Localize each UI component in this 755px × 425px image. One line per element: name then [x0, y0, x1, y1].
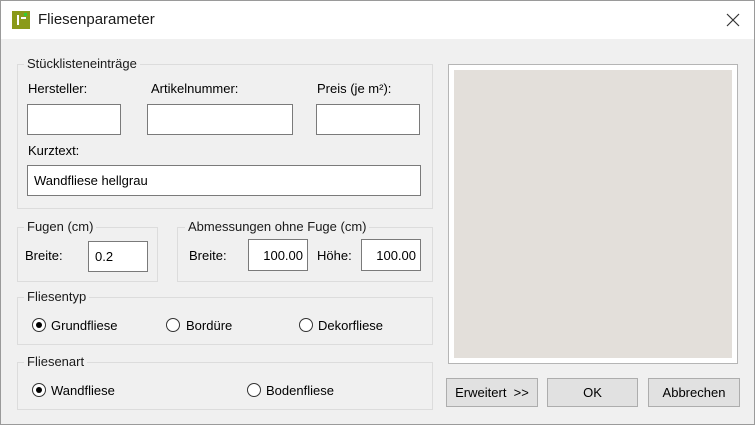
joint-width-label: Breite:	[25, 248, 63, 263]
close-icon	[726, 13, 740, 27]
tile-kind-bodenfliese-radio[interactable]	[247, 383, 261, 397]
price-input[interactable]	[316, 104, 420, 135]
tile-kind-bodenfliese-label[interactable]: Bodenfliese	[266, 383, 334, 398]
tile-kind-wandfliese-radio[interactable]	[32, 383, 46, 397]
cancel-button[interactable]: Abbrechen	[648, 378, 740, 407]
manufacturer-input[interactable]	[27, 104, 121, 135]
tile-type-grundfliese-label[interactable]: Grundfliese	[51, 318, 117, 333]
tile-height-input[interactable]	[361, 239, 421, 271]
tile-type-borduere-radio[interactable]	[166, 318, 180, 332]
tile-type-borduere-label[interactable]: Bordüre	[186, 318, 232, 333]
advanced-button[interactable]: Erweitert >>	[446, 378, 538, 407]
close-button[interactable]	[716, 7, 750, 33]
tile-kind-wandfliese-label[interactable]: Wandfliese	[51, 383, 115, 398]
tile-type-dekorfliese-radio[interactable]	[299, 318, 313, 332]
article-number-label: Artikelnummer:	[151, 81, 239, 96]
price-label: Preis (je m²):	[317, 81, 392, 96]
article-number-input[interactable]	[147, 104, 293, 135]
tile-type-grundfliese-radio[interactable]	[32, 318, 46, 332]
tile-preview-swatch	[454, 70, 732, 358]
tile-width-label: Breite:	[189, 248, 227, 263]
bom-group-title: Stücklisteneinträge	[24, 56, 140, 71]
manufacturer-label: Hersteller:	[28, 81, 88, 96]
tile-app-icon	[12, 11, 30, 29]
tile-preview	[448, 64, 738, 364]
tile-kind-group-title: Fliesenart	[24, 354, 88, 369]
title-bar: Fliesenparameter	[1, 1, 754, 39]
ok-button[interactable]: OK	[547, 378, 638, 407]
dimensions-group-title: Abmessungen ohne Fuge (cm)	[185, 219, 370, 234]
dialog-window: Fliesenparameter Stücklisteneinträge Her…	[0, 0, 755, 425]
joint-width-input[interactable]	[88, 241, 148, 272]
shorttext-input[interactable]	[27, 165, 421, 196]
joints-group-title: Fugen (cm)	[24, 219, 97, 234]
tile-type-group-title: Fliesentyp	[24, 289, 90, 304]
tile-width-input[interactable]	[248, 239, 308, 271]
shorttext-label: Kurztext:	[28, 143, 80, 158]
tile-type-dekorfliese-label[interactable]: Dekorfliese	[318, 318, 383, 333]
window-title: Fliesenparameter	[38, 11, 155, 28]
tile-height-label: Höhe:	[317, 248, 352, 263]
